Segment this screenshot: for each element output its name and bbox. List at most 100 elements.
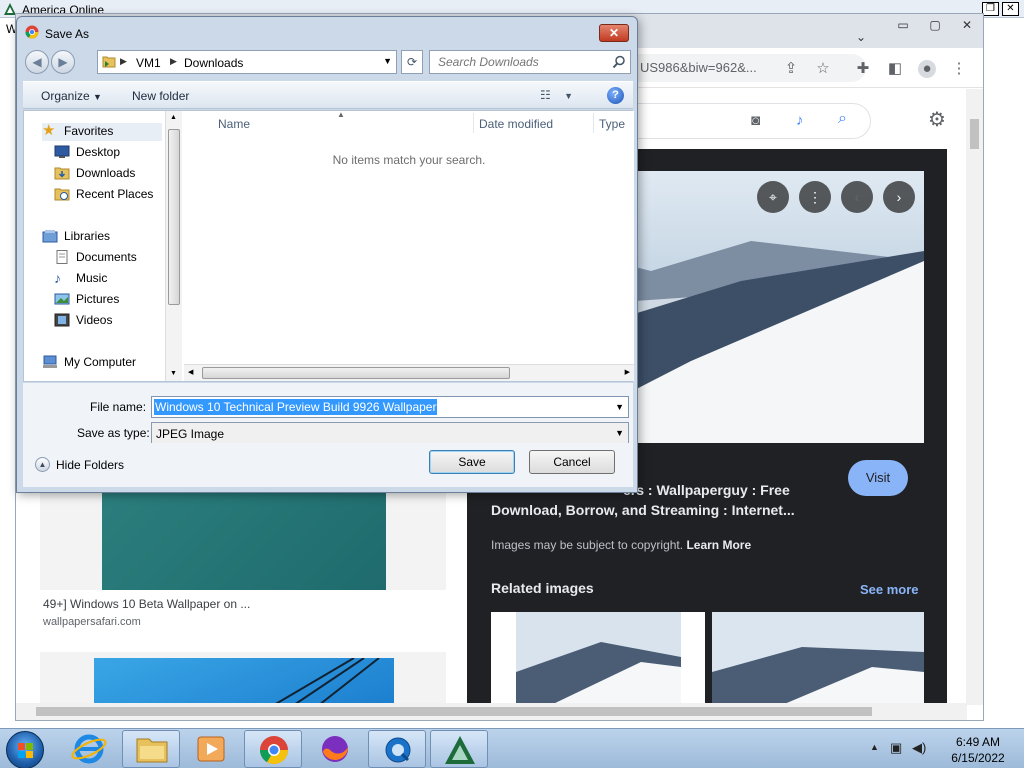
- tab-search-icon[interactable]: ⌄: [856, 30, 866, 44]
- scroll-down-icon[interactable]: ▼: [170, 370, 177, 377]
- aol-restore-button[interactable]: ❐: [982, 2, 999, 16]
- camera-icon[interactable]: ◙: [751, 112, 760, 129]
- lens-icon[interactable]: ⌖: [757, 181, 789, 213]
- file-list-hscrollbar[interactable]: ◀ ▶: [184, 364, 634, 381]
- volume-icon[interactable]: ◀): [912, 740, 926, 756]
- desktop-icon: [54, 145, 70, 158]
- share-icon[interactable]: ⇪: [782, 60, 800, 78]
- cancel-button[interactable]: Cancel: [529, 450, 615, 474]
- extensions-icon[interactable]: ✚: [854, 60, 872, 78]
- learn-more-link[interactable]: Learn More: [686, 538, 751, 552]
- save-as-dialog: Save As ✕ ◀ ▶ ▶ VM1 ▶ Downloads ▼ ⟳ Orga…: [16, 16, 638, 493]
- star-icon: ★: [42, 122, 56, 139]
- breadcrumb-item[interactable]: Downloads: [184, 56, 243, 70]
- clock-date[interactable]: 6/15/2022: [948, 751, 1008, 765]
- show-hidden-icons-icon[interactable]: ▲: [870, 742, 879, 752]
- file-scroll-thumb[interactable]: [202, 367, 510, 379]
- result-thumb-2[interactable]: [40, 652, 446, 705]
- address-row: ◀ ▶ ▶ VM1 ▶ Downloads ▼ ⟳: [23, 49, 631, 75]
- preview-title-line2: Download, Borrow, and Streaming : Intern…: [491, 502, 795, 518]
- organize-menu[interactable]: Organize ▼: [41, 89, 102, 103]
- forward-icon[interactable]: ▶: [51, 50, 75, 74]
- breadcrumb-item[interactable]: VM1: [136, 56, 161, 70]
- dialog-titlebar[interactable]: Save As ✕: [17, 17, 637, 47]
- new-folder-button[interactable]: New folder: [132, 89, 189, 103]
- chevron-down-icon: ▼: [564, 91, 574, 101]
- result-source[interactable]: wallpapersafari.com: [43, 616, 141, 628]
- nav-favorites[interactable]: ★ Favorites: [42, 123, 162, 141]
- address-breadcrumb-bar[interactable]: ▶ VM1 ▶ Downloads ▼: [97, 50, 397, 74]
- save-as-type-value: JPEG Image: [156, 427, 225, 441]
- scroll-left-icon[interactable]: ◀: [188, 368, 193, 376]
- related-image-2[interactable]: [712, 612, 924, 705]
- more-options-icon[interactable]: ⋮: [799, 181, 831, 213]
- start-button[interactable]: [6, 731, 44, 768]
- system-tray: ▲ ▣ ◀) 6:49 AM 6/15/2022: [864, 729, 1024, 768]
- save-as-type-label: Save as type:: [77, 426, 150, 440]
- network-icon[interactable]: ▣: [890, 740, 902, 756]
- column-separator[interactable]: [473, 113, 474, 133]
- see-more-link[interactable]: See more: [860, 582, 919, 597]
- column-name[interactable]: Name: [218, 117, 250, 131]
- search-box[interactable]: [429, 50, 631, 74]
- save-as-type-select[interactable]: JPEG Image ▼: [151, 422, 629, 444]
- page-vertical-scrollbar[interactable]: [966, 89, 983, 705]
- clock-time[interactable]: 6:49 AM: [948, 735, 1008, 749]
- maximize-button[interactable]: ▢: [921, 17, 949, 33]
- scroll-up-icon[interactable]: ▲: [170, 114, 177, 121]
- refresh-icon[interactable]: ⟳: [401, 50, 423, 74]
- minimize-button[interactable]: ▭: [889, 17, 917, 33]
- bookmark-star-icon[interactable]: ☆: [814, 60, 832, 78]
- visit-button[interactable]: Visit: [848, 460, 908, 496]
- file-fields: File name: Windows 10 Technical Preview …: [23, 383, 633, 444]
- firefox-icon[interactable]: [306, 730, 364, 768]
- page-horizontal-scrollbar[interactable]: [16, 703, 967, 720]
- breadcrumb-separator-icon[interactable]: ▶: [170, 56, 177, 67]
- search-input[interactable]: [430, 51, 610, 73]
- nav-my-computer-label: My Computer: [64, 355, 137, 369]
- media-icon[interactable]: [182, 730, 240, 768]
- explorer-icon[interactable]: [122, 730, 180, 768]
- back-icon[interactable]: ◀: [25, 50, 49, 74]
- help-icon[interactable]: ?: [607, 87, 624, 104]
- file-name-value[interactable]: Windows 10 Technical Preview Build 9926 …: [154, 399, 438, 415]
- aol-close-button[interactable]: ✕: [1002, 2, 1019, 16]
- nav-pane-scrollbar[interactable]: ▲ ▼: [165, 111, 182, 381]
- menu-icon[interactable]: ⋮: [950, 60, 968, 78]
- profile-icon[interactable]: ●: [918, 60, 936, 78]
- result-caption[interactable]: 49+] Windows 10 Beta Wallpaper on ...: [43, 597, 250, 611]
- mic-icon[interactable]: ♪: [796, 112, 804, 129]
- quicktime-icon[interactable]: [368, 730, 426, 768]
- scroll-right-icon[interactable]: ▶: [625, 368, 630, 376]
- computer-icon: [43, 355, 57, 368]
- nav-pictures-label: Pictures: [76, 292, 120, 306]
- downloads-folder-icon: [54, 167, 70, 180]
- column-type[interactable]: Type: [599, 117, 625, 131]
- aol-taskbar-icon[interactable]: [430, 730, 488, 768]
- chrome-taskbar-icon[interactable]: [244, 730, 302, 768]
- related-image-1[interactable]: [491, 612, 705, 705]
- save-button[interactable]: Save: [429, 450, 515, 474]
- address-dropdown-icon[interactable]: ▼: [383, 56, 392, 66]
- side-panel-icon[interactable]: ◧: [886, 60, 904, 78]
- gear-icon[interactable]: ⚙: [928, 107, 946, 132]
- breadcrumb-separator-icon[interactable]: ▶: [120, 56, 127, 67]
- nav-scroll-thumb[interactable]: [168, 129, 180, 305]
- search-icon[interactable]: [612, 55, 626, 69]
- result-thumb-1[interactable]: [40, 493, 446, 590]
- dialog-close-button[interactable]: ✕: [599, 24, 629, 42]
- close-window-button[interactable]: ✕: [953, 17, 981, 33]
- chevron-down-icon[interactable]: ▼: [615, 402, 624, 412]
- file-name-field[interactable]: Windows 10 Technical Preview Build 9926 …: [151, 396, 629, 418]
- chevron-down-icon[interactable]: ▼: [615, 428, 624, 438]
- nav-recent-places-label: Recent Places: [76, 187, 154, 201]
- search-icon[interactable]: ⌕: [838, 110, 847, 128]
- previous-icon[interactable]: ‹: [841, 181, 873, 213]
- view-options-button[interactable]: ☷ ▼: [540, 88, 573, 102]
- google-search-field[interactable]: ◙ ♪ ⌕: [616, 103, 871, 139]
- column-separator[interactable]: [593, 113, 594, 133]
- next-icon[interactable]: ›: [883, 181, 915, 213]
- column-date-modified[interactable]: Date modified: [479, 117, 553, 131]
- ie-icon[interactable]: [60, 730, 118, 768]
- windows-logo-icon: [18, 743, 33, 758]
